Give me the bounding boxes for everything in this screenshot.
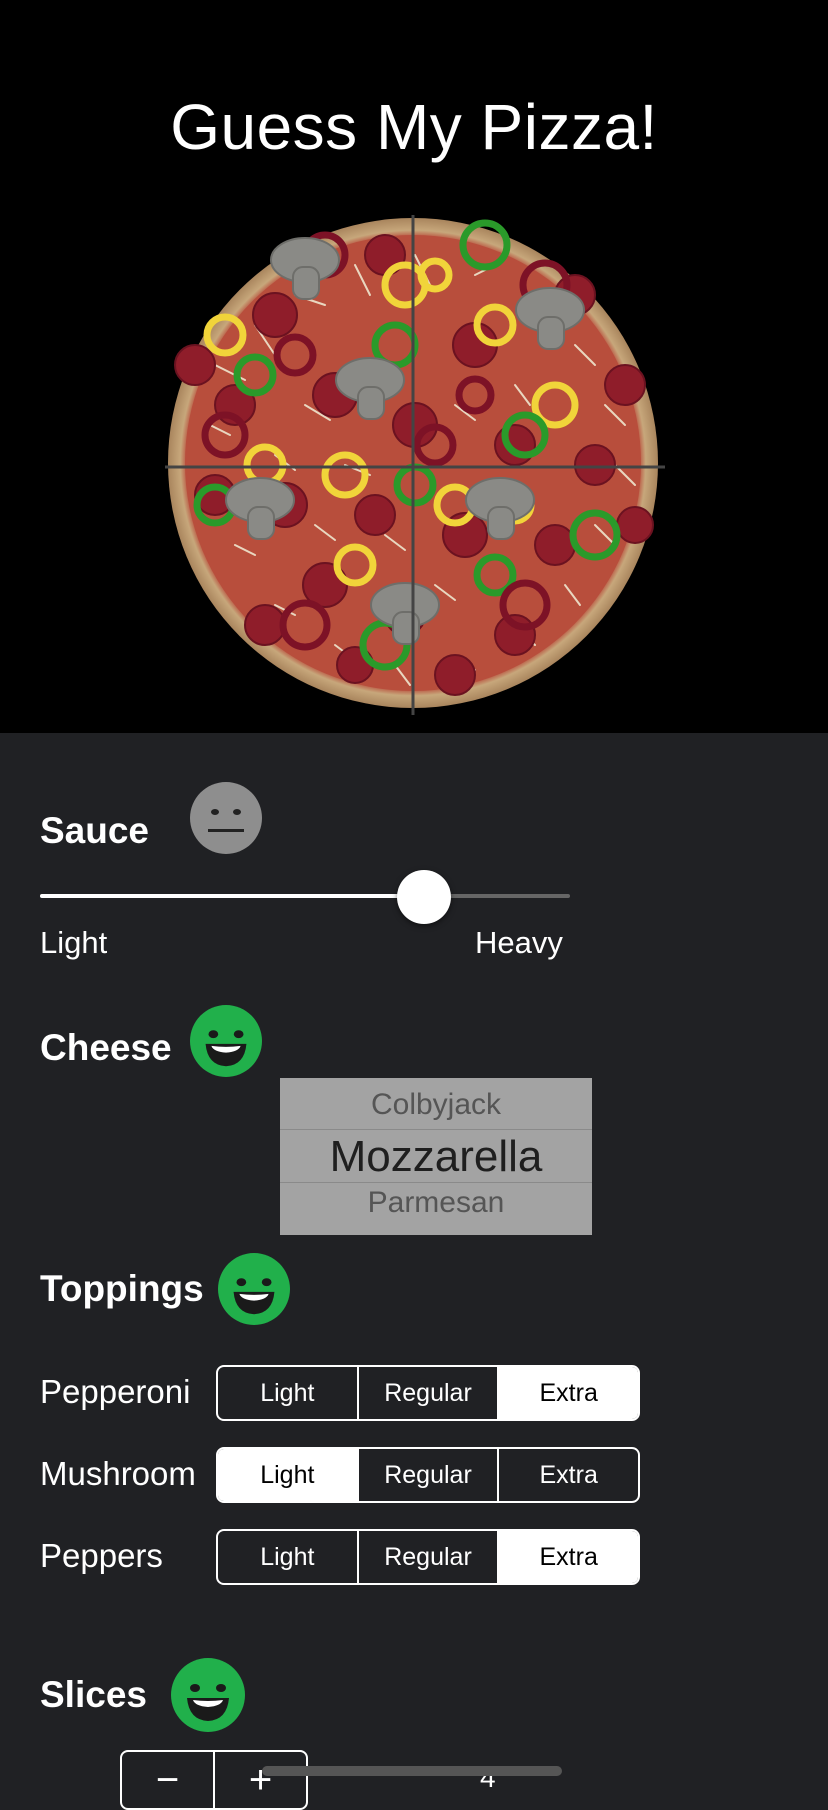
- picker-option[interactable]: Parmesan: [280, 1186, 592, 1220]
- pizza-display-area: Guess My Pizza!: [0, 0, 828, 733]
- smiley-face-icon: [218, 1253, 290, 1325]
- slices-stepper[interactable]: − +: [120, 1750, 308, 1810]
- slider-min-label: Light: [40, 925, 108, 960]
- picker-divider: [280, 1182, 592, 1183]
- pizza-image: [165, 215, 665, 715]
- pepperoni-label: Pepperoni: [40, 1373, 191, 1410]
- smiley-face-icon: [190, 1005, 262, 1077]
- segment-extra[interactable]: Extra: [499, 1367, 638, 1419]
- segment-regular[interactable]: Regular: [359, 1367, 500, 1419]
- decrement-button[interactable]: −: [122, 1752, 215, 1808]
- slider-track-filled: [40, 894, 424, 898]
- slices-label: Slices: [40, 1674, 147, 1715]
- toppings-label: Toppings: [40, 1268, 204, 1309]
- slider-thumb[interactable]: [397, 870, 451, 924]
- sauce-slider[interactable]: [40, 870, 570, 924]
- segment-regular[interactable]: Regular: [359, 1531, 500, 1583]
- picker-selected-option[interactable]: Mozzarella: [280, 1132, 592, 1182]
- mushroom-amount-control[interactable]: Light Regular Extra: [216, 1447, 640, 1503]
- pepperoni-amount-control[interactable]: Light Regular Extra: [216, 1365, 640, 1421]
- peppers-amount-control[interactable]: Light Regular Extra: [216, 1529, 640, 1585]
- home-indicator[interactable]: [262, 1766, 562, 1776]
- cheese-label: Cheese: [40, 1027, 172, 1068]
- picker-divider: [280, 1129, 592, 1130]
- peppers-label: Peppers: [40, 1537, 163, 1574]
- segment-light[interactable]: Light: [218, 1367, 359, 1419]
- mushroom-label: Mushroom: [40, 1455, 196, 1492]
- smiley-face-icon: [171, 1658, 245, 1732]
- slider-max-label: Heavy: [475, 925, 563, 960]
- segment-extra[interactable]: Extra: [499, 1531, 638, 1583]
- app-title: Guess My Pizza!: [170, 91, 658, 163]
- increment-button[interactable]: +: [215, 1752, 306, 1808]
- segment-extra[interactable]: Extra: [499, 1449, 638, 1501]
- picker-option[interactable]: Colbyjack: [280, 1088, 592, 1122]
- segment-regular[interactable]: Regular: [359, 1449, 500, 1501]
- sauce-label: Sauce: [40, 810, 150, 851]
- segment-light[interactable]: Light: [218, 1531, 359, 1583]
- segment-light[interactable]: Light: [218, 1449, 359, 1501]
- cheese-picker[interactable]: Colbyjack Mozzarella Parmesan: [280, 1078, 592, 1235]
- neutral-face-icon: [190, 782, 262, 854]
